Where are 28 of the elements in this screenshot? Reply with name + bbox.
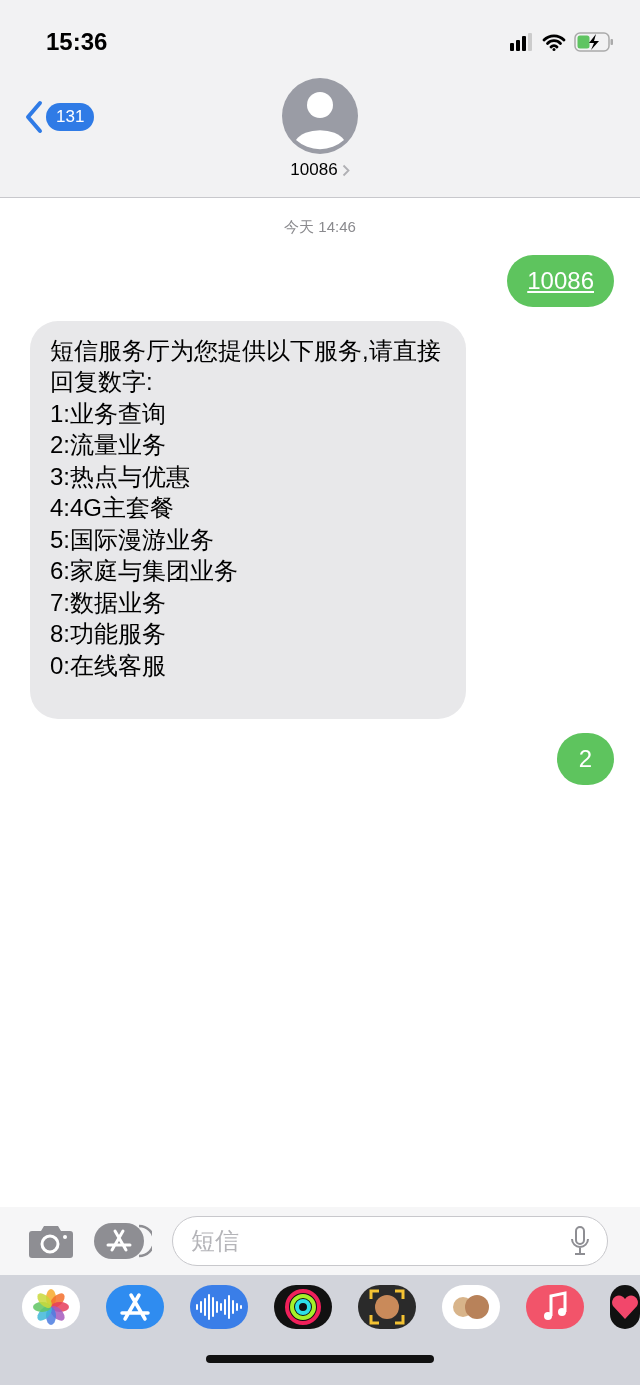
- app-store-button[interactable]: [94, 1222, 152, 1260]
- contact-name[interactable]: 10086: [290, 160, 350, 180]
- phone-link[interactable]: 10086: [527, 267, 594, 294]
- chevron-icon: [341, 163, 350, 177]
- photos-icon[interactable]: [22, 1285, 80, 1329]
- back-button[interactable]: 131: [24, 100, 95, 134]
- message-timestamp: 今天 14:46: [284, 218, 356, 237]
- received-message-bubble: 短信服务厅为您提供以下服务,请直接回复数字: 1:业务查询 2:流量业务 3:热点与优惠 4:4G主套餐 5:国际漫游业务 6:家庭与集团业务 7:数据业务 8:功能服务 0:在线客服: [30, 320, 466, 719]
- status-time: 15:36: [46, 28, 108, 56]
- contact-avatar-icon: [282, 78, 358, 154]
- activity-rings-icon[interactable]: [274, 1285, 332, 1329]
- wifi-icon: [542, 33, 566, 51]
- camera-button[interactable]: [28, 1223, 74, 1259]
- app-store-icon: [94, 1222, 152, 1260]
- camera-icon: [28, 1223, 74, 1259]
- message-input[interactable]: 短信: [172, 1216, 608, 1266]
- sent-message-bubble: 2: [556, 733, 614, 785]
- avatar-icon[interactable]: [358, 1285, 416, 1329]
- back-chevron-icon: [24, 100, 44, 134]
- app-store-icon[interactable]: [106, 1285, 164, 1329]
- music-note-icon[interactable]: [526, 1285, 584, 1329]
- battery-charging-icon: [574, 32, 614, 52]
- signal-icon: [510, 33, 534, 51]
- audio-waveform-icon[interactable]: [190, 1285, 248, 1329]
- unread-count-badge: 131: [46, 103, 95, 131]
- sticker-icon[interactable]: [442, 1285, 500, 1329]
- heart-icon[interactable]: [610, 1285, 640, 1329]
- microphone-icon: [570, 1226, 590, 1256]
